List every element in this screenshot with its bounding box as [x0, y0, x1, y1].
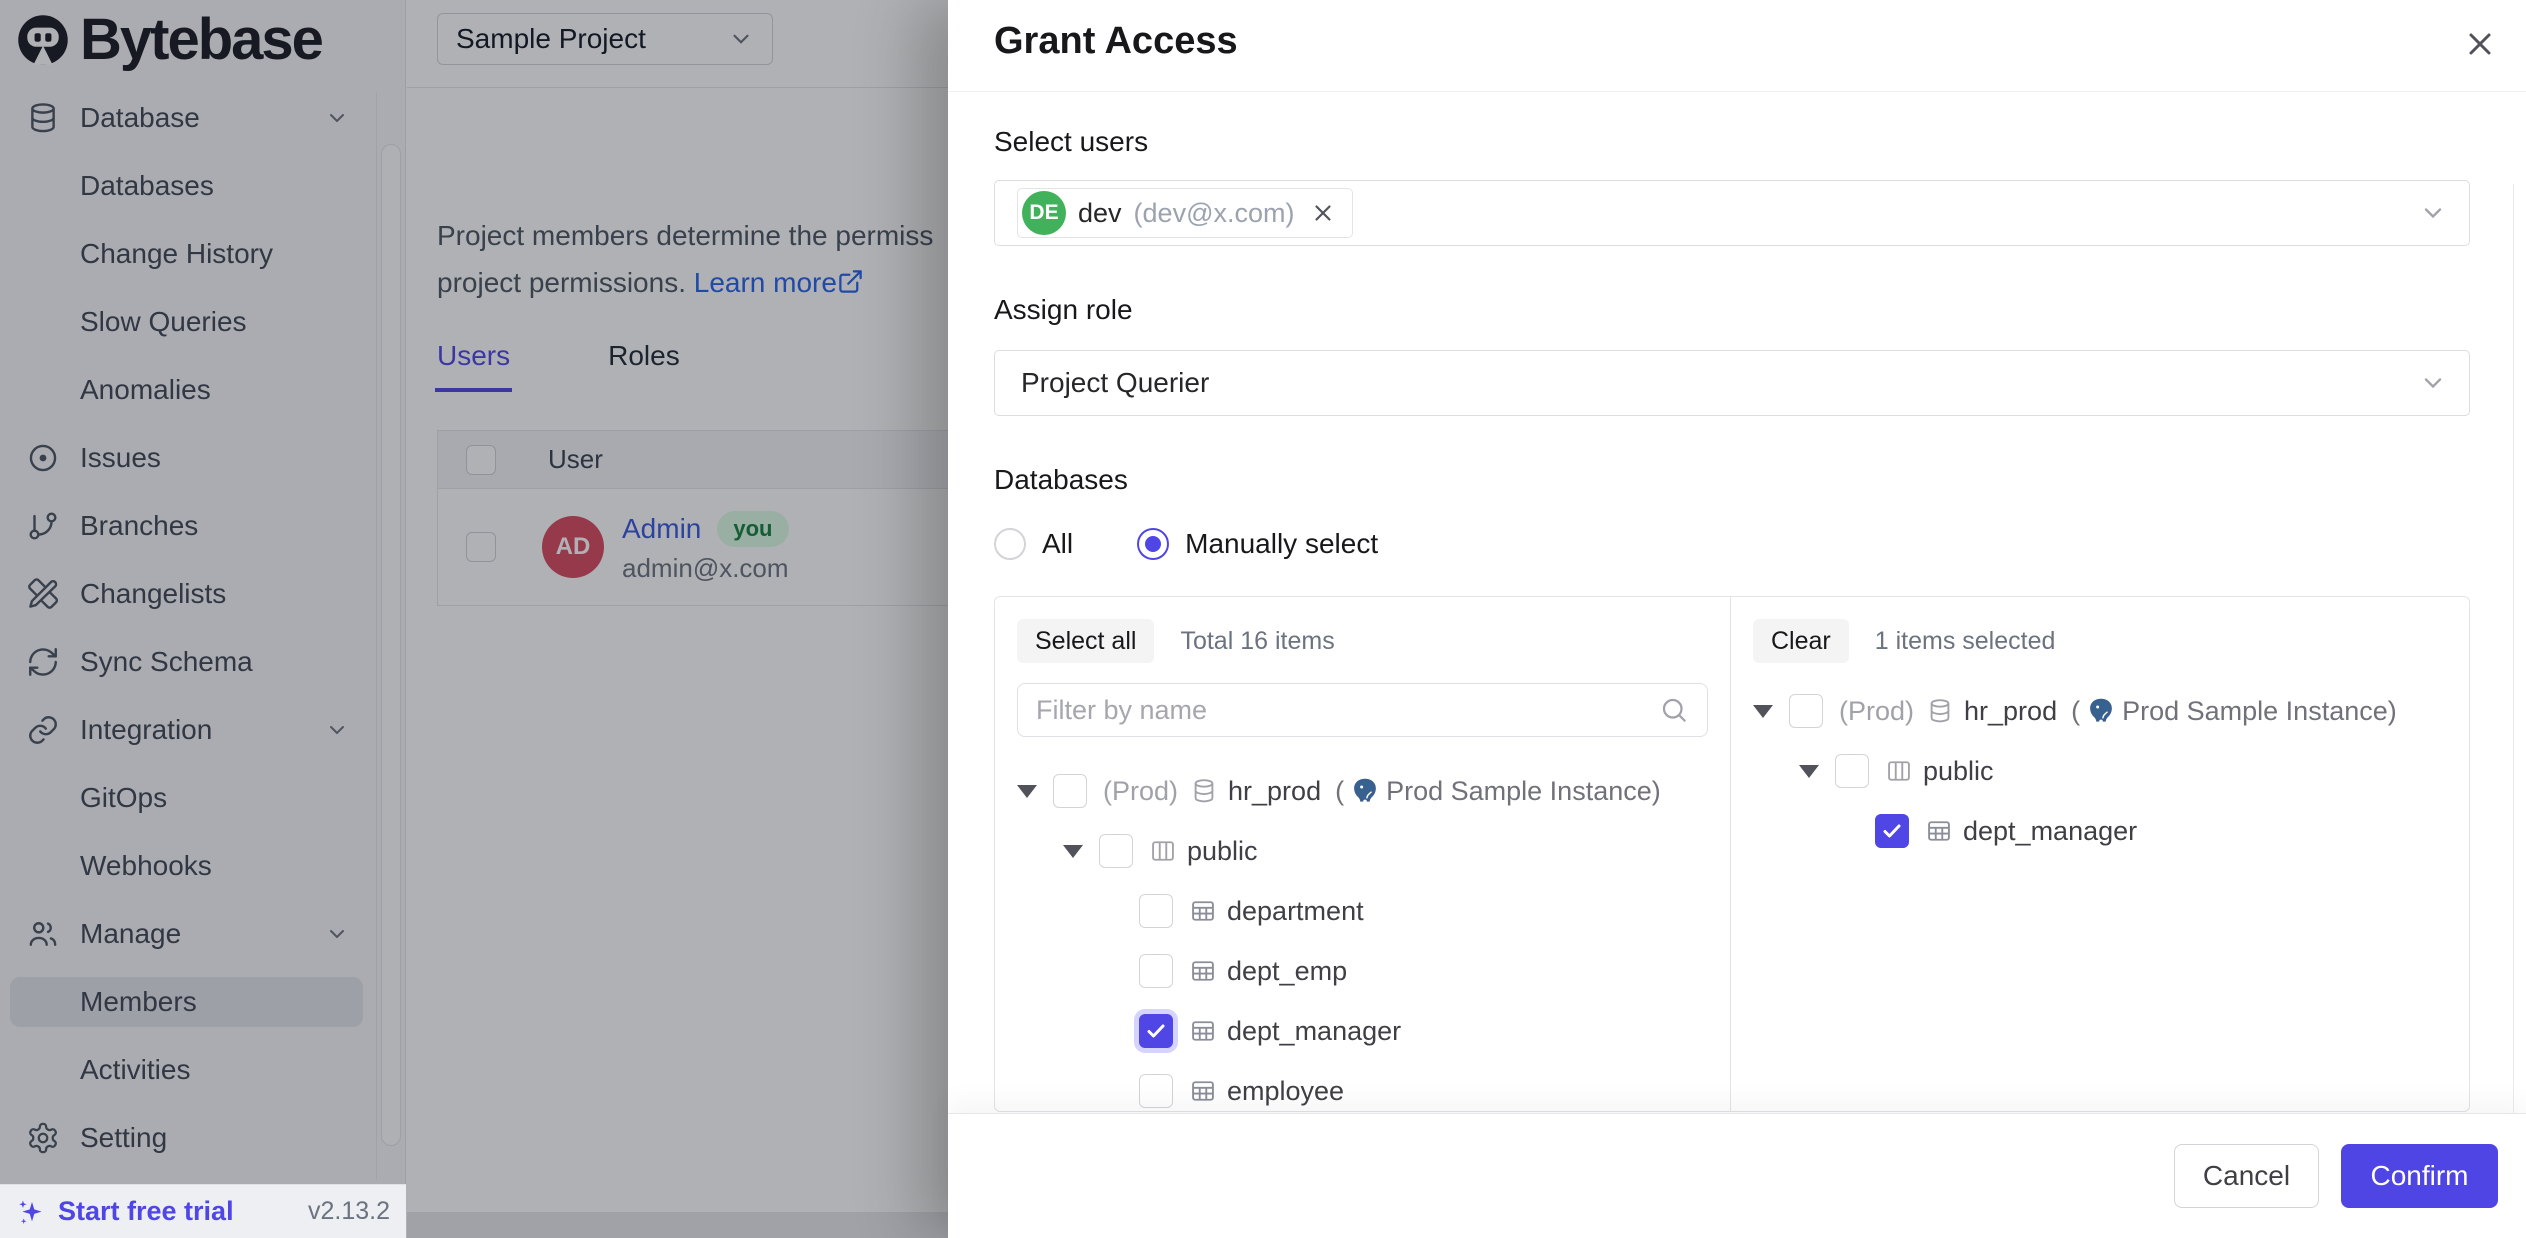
transfer-source-panel: Select all Total 16 items (Prod): [995, 597, 1731, 1111]
modal-footer: Cancel Confirm: [948, 1113, 2526, 1238]
database-transfer: Select all Total 16 items (Prod): [994, 596, 2470, 1112]
tree-row-database: (Prod) hr_prod ( Prod Sample Instance): [1753, 681, 2447, 741]
expander-icon[interactable]: [1753, 705, 1773, 718]
checkbox[interactable]: [1139, 894, 1173, 928]
database-icon: [1926, 697, 1954, 725]
tree-row-table: dept_emp: [1017, 941, 1708, 1001]
confirm-button[interactable]: Confirm: [2341, 1144, 2498, 1208]
checkbox[interactable]: [1139, 954, 1173, 988]
modal-header: Grant Access: [948, 0, 2526, 92]
schema-icon: [1885, 757, 1913, 785]
postgres-icon: [2086, 696, 2116, 726]
role-select[interactable]: Project Querier: [994, 350, 2470, 416]
start-free-trial-link[interactable]: Start free trial: [58, 1196, 234, 1227]
checkbox[interactable]: [1099, 834, 1133, 868]
transfer-target-panel: Clear 1 items selected (Prod) hr_prod: [1731, 597, 2469, 1111]
checkbox-checked[interactable]: [1875, 814, 1909, 848]
chevron-down-icon: [2419, 199, 2447, 227]
expander-icon[interactable]: [1799, 765, 1819, 778]
modal-scrollbar-track: [2513, 184, 2514, 1113]
tree-row-database: (Prod) hr_prod ( Prod Sample Instance): [1017, 761, 1708, 821]
table-icon: [1189, 1077, 1217, 1105]
cancel-button[interactable]: Cancel: [2174, 1144, 2319, 1208]
select-all-button[interactable]: Select all: [1017, 619, 1154, 663]
table-icon: [1189, 1017, 1217, 1045]
databases-label: Databases: [994, 464, 2470, 496]
role-select-value: Project Querier: [1021, 367, 1209, 399]
close-icon[interactable]: [2460, 24, 2500, 64]
database-scope-radios: All Manually select: [994, 528, 2470, 560]
table-icon: [1925, 817, 1953, 845]
expander-icon[interactable]: [1063, 845, 1083, 858]
tree-row-schema: public: [1753, 741, 2447, 801]
tree-row-table-selected: dept_manager: [1017, 1001, 1708, 1061]
grant-access-modal: Grant Access Select users DE dev (dev@x.…: [948, 0, 2526, 1238]
radio-manually-select[interactable]: Manually select: [1137, 528, 1378, 560]
clear-button[interactable]: Clear: [1753, 619, 1849, 663]
app: Bytebase Database Databases Change Histo…: [0, 0, 2526, 1238]
version-label: v2.13.2: [308, 1197, 390, 1226]
checkbox-checked[interactable]: [1139, 1014, 1173, 1048]
select-users-label: Select users: [994, 126, 2470, 158]
checkbox[interactable]: [1139, 1074, 1173, 1108]
tree-row-schema: public: [1017, 821, 1708, 881]
radio-circle[interactable]: [994, 528, 1026, 560]
search-icon: [1659, 695, 1689, 725]
expander-icon[interactable]: [1017, 785, 1037, 798]
source-tree: (Prod) hr_prod ( Prod Sample Instance): [1017, 761, 1708, 1111]
trial-bar: Start free trial v2.13.2: [0, 1184, 406, 1238]
select-users-input[interactable]: DE dev (dev@x.com): [994, 180, 2470, 246]
filter-input-wrap: [1017, 683, 1708, 737]
chevron-down-icon: [2419, 369, 2447, 397]
total-items-label: Total 16 items: [1180, 627, 1334, 656]
assign-role-label: Assign role: [994, 294, 2470, 326]
schema-icon: [1149, 837, 1177, 865]
checkbox[interactable]: [1789, 694, 1823, 728]
modal-title: Grant Access: [994, 20, 1238, 63]
table-icon: [1189, 897, 1217, 925]
radio-circle-checked[interactable]: [1137, 528, 1169, 560]
tree-row-table: department: [1017, 881, 1708, 941]
radio-all[interactable]: All: [994, 528, 1073, 560]
database-icon: [1190, 777, 1218, 805]
remove-chip-icon[interactable]: [1310, 200, 1336, 226]
tree-row-table: employee: [1017, 1061, 1708, 1111]
modal-body: Select users DE dev (dev@x.com) Assign r…: [948, 92, 2526, 1113]
avatar: DE: [1022, 191, 1066, 235]
selected-count-label: 1 items selected: [1875, 627, 2056, 656]
user-chip: DE dev (dev@x.com): [1017, 188, 1353, 238]
target-tree: (Prod) hr_prod ( Prod Sample Instance): [1753, 681, 2447, 861]
table-icon: [1189, 957, 1217, 985]
sparkle-icon: [16, 1196, 48, 1228]
checkbox[interactable]: [1053, 774, 1087, 808]
postgres-icon: [1350, 776, 1380, 806]
checkbox[interactable]: [1835, 754, 1869, 788]
filter-input[interactable]: [1036, 695, 1659, 726]
tree-row-table-selected: dept_manager: [1753, 801, 2447, 861]
